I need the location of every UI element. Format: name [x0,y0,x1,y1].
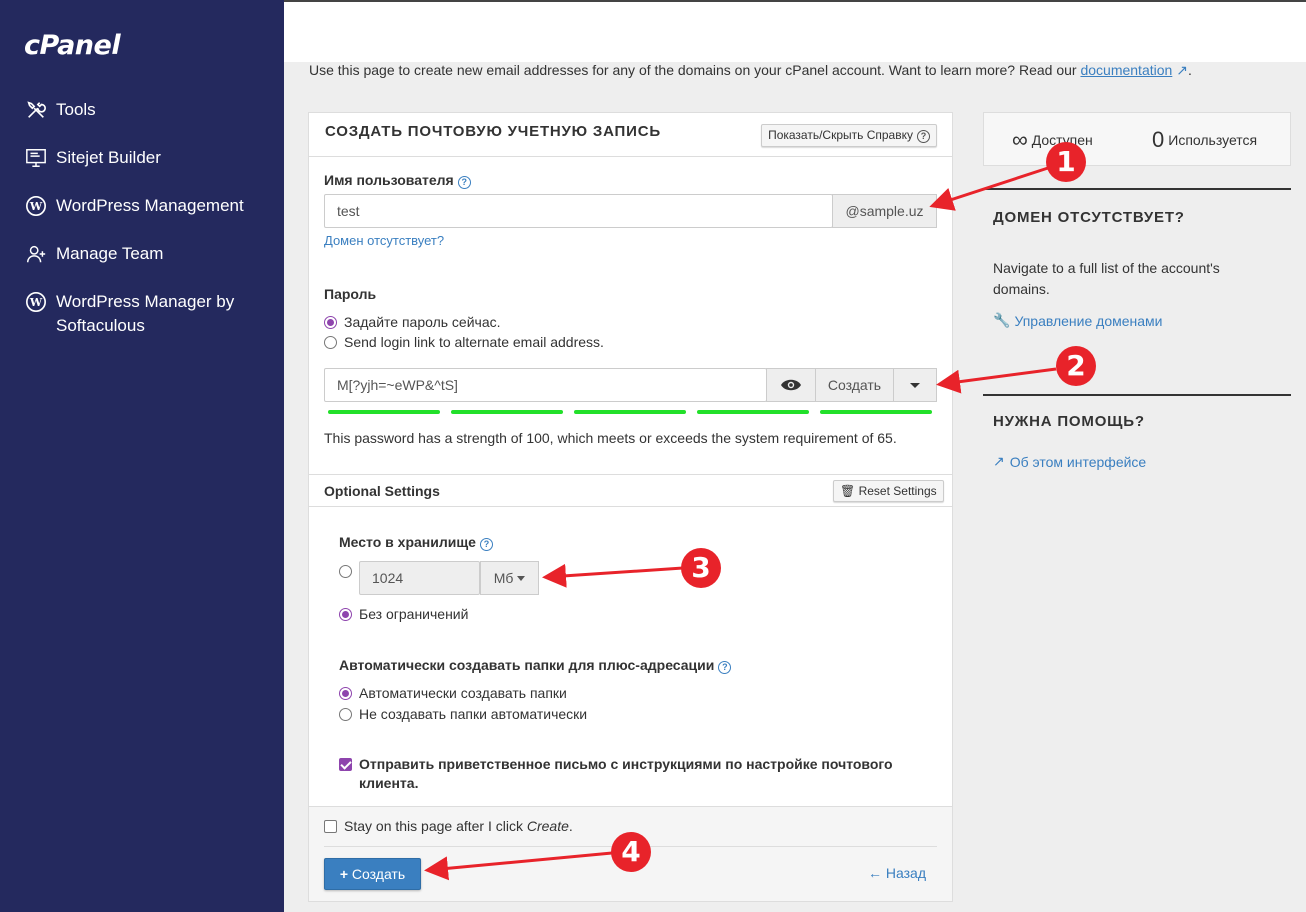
annotation-arrow [929,166,1049,211]
annotation-marker-3: 3 [681,548,721,588]
annotation-arrows [424,166,1057,881]
annotation-arrow [542,563,684,588]
annotation-marker-1: 1 [1046,142,1086,182]
annotation-marker-4: 4 [611,832,651,872]
annotation-arrow [936,367,1057,394]
annotation-marker-2: 2 [1056,346,1096,386]
annotation-arrow [424,851,613,881]
